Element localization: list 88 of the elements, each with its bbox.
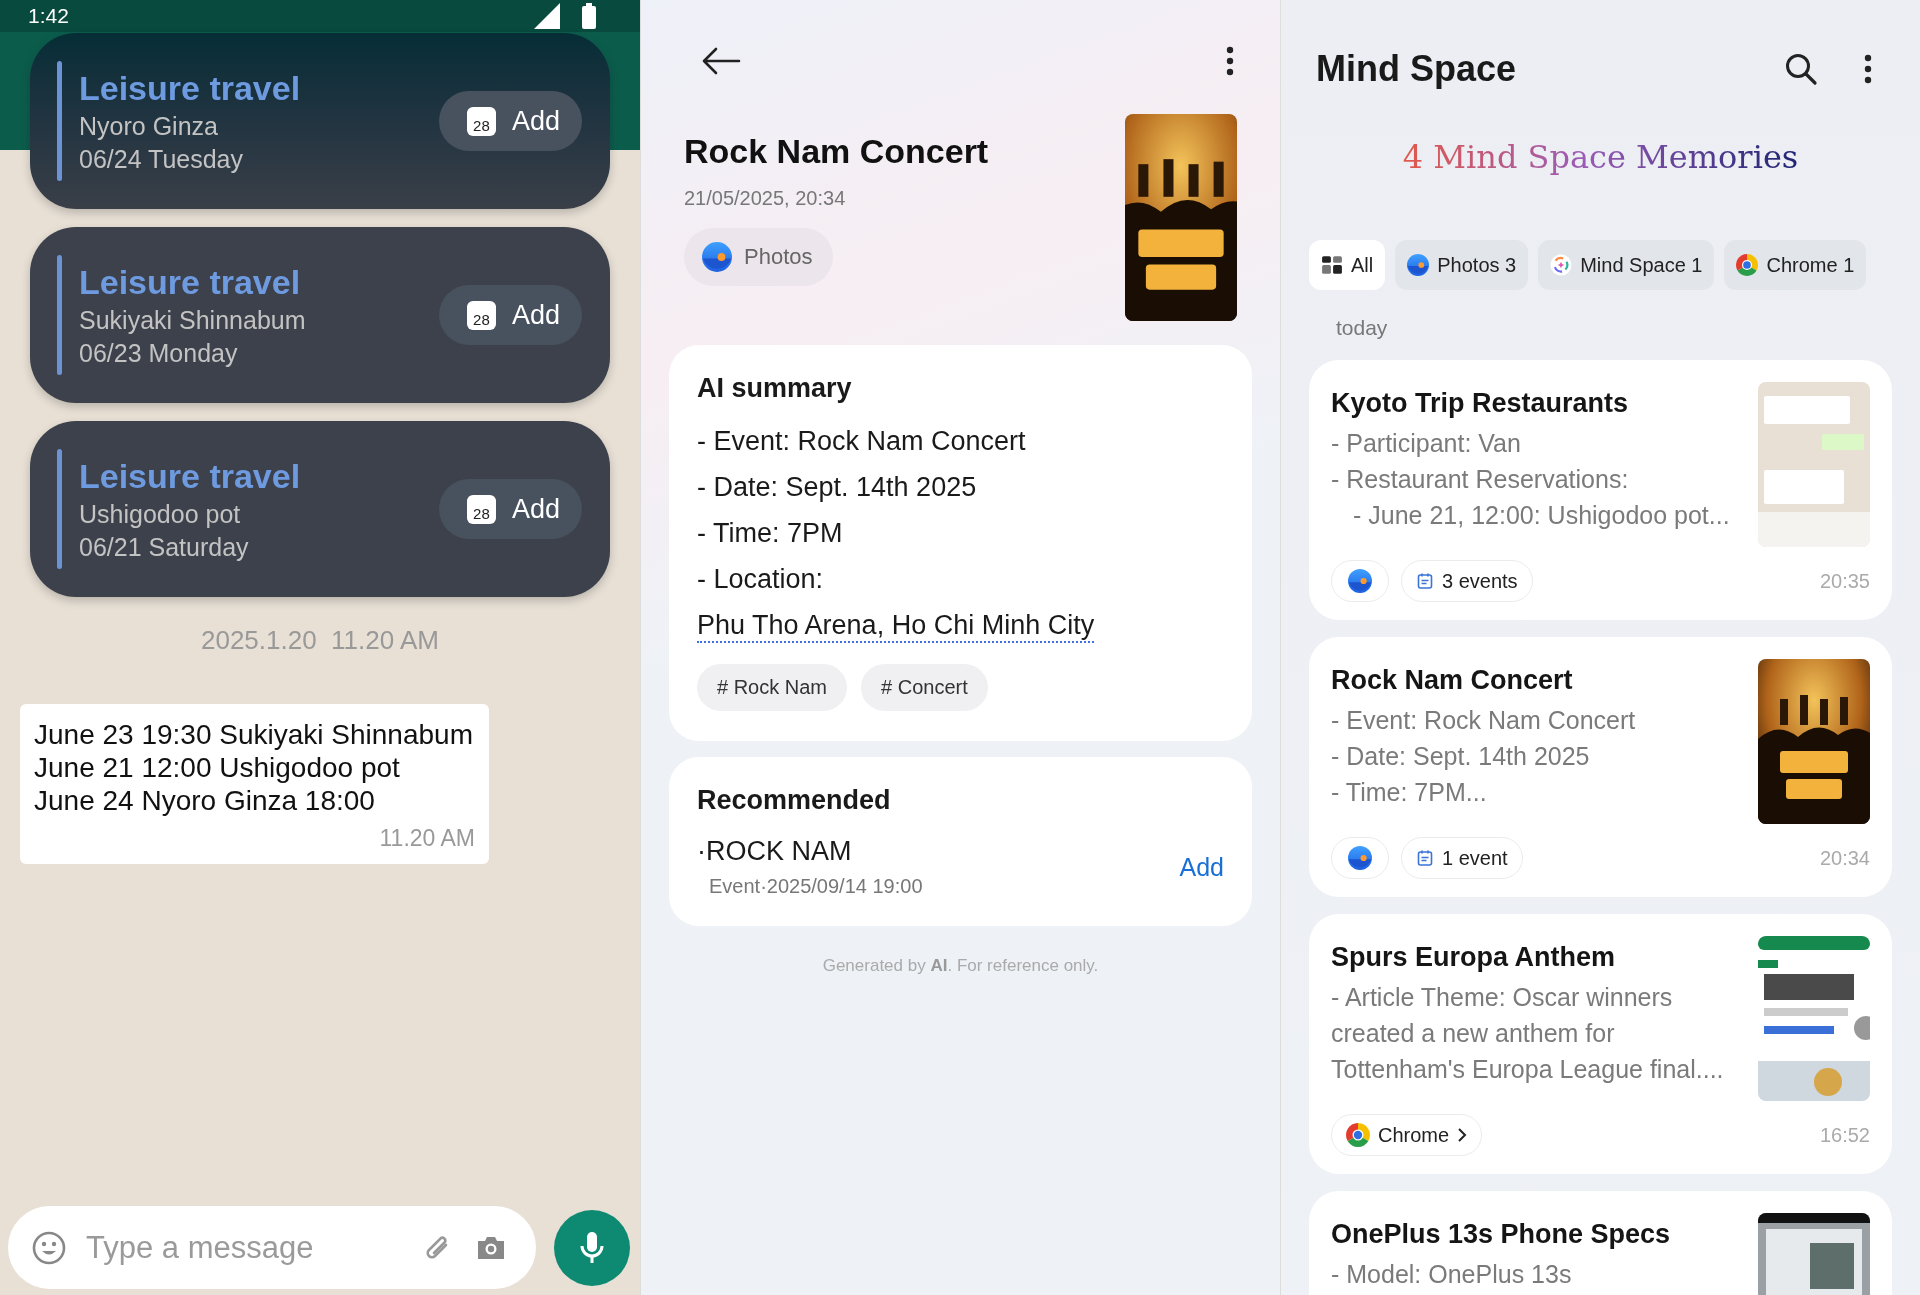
- calendar-icon: [1416, 849, 1434, 867]
- filter-chip[interactable]: Chrome 1: [1724, 240, 1867, 290]
- message-field[interactable]: Type a message: [8, 1206, 536, 1289]
- memory-time: 20:34: [1819, 846, 1870, 870]
- add-button[interactable]: Add: [1179, 852, 1224, 882]
- chrome-icon: [1736, 254, 1759, 276]
- event-date: 06/23 Monday: [79, 338, 239, 368]
- disclaimer: Generated by AI. For reference only.: [821, 956, 1100, 976]
- more-options-icon[interactable]: [1864, 54, 1872, 84]
- calendar-icon: [1416, 572, 1434, 590]
- chevron-right-icon: [1457, 1127, 1468, 1143]
- summary-line: - Event: Rock Nam Concert: [697, 425, 1027, 458]
- source-label: Photos: [744, 244, 813, 270]
- memory-line: - Restaurant Reservations:: [1331, 464, 1630, 495]
- mind-space-icon: [1550, 254, 1573, 276]
- more-options-icon[interactable]: [1226, 46, 1234, 76]
- photos-app-icon: [1348, 846, 1372, 870]
- memory-line: - Article Theme: Oscar winners created a new anthem for Tottenham's Europa League final....: [1331, 982, 1725, 1085]
- section-heading: Recommended: [697, 785, 892, 816]
- event-place: Ushigodoo pot: [79, 499, 242, 529]
- summary-line: - Location: Phu Tho Arena, Ho Chi Minh City: [697, 556, 1224, 648]
- status-time: 1:42: [28, 4, 69, 28]
- events-label: 3 events: [1442, 569, 1518, 593]
- add-button[interactable]: 28 Add: [438, 91, 582, 151]
- event-date: 06/21 Saturday: [79, 532, 250, 562]
- events-label: 1 event: [1442, 846, 1508, 870]
- memory-card[interactable]: Spurs Europa Anthem - Article Theme: Oscar winners created a new anthem for Tottenham's Europa League final.... Chrome 16:52: [1309, 914, 1892, 1174]
- memory-card[interactable]: Rock Nam Concert - Event: Rock Nam Concert - Date: Sept. 14th 2025 - Time: 7PM... 1 event 20:34: [1309, 637, 1892, 897]
- section-heading: AI summary: [697, 373, 853, 404]
- memory-title: Spurs Europa Anthem: [1331, 942, 1617, 973]
- memory-title: Kyoto Trip Restaurants: [1331, 388, 1630, 419]
- location-link[interactable]: Phu Tho Arena, Ho Chi Minh City: [697, 609, 1095, 643]
- filter-label: All: [1351, 253, 1374, 277]
- memory-title: OnePlus 13s Phone Specs: [1331, 1219, 1672, 1250]
- summary-line: - Date: Sept. 14th 2025: [697, 471, 978, 504]
- recommendation-details: Event·2025/09/14 19:00: [709, 875, 923, 898]
- filter-chip[interactable]: Mind Space 1: [1538, 240, 1715, 290]
- add-button[interactable]: 28 Add: [438, 285, 582, 345]
- photos-app-icon: [1407, 254, 1430, 276]
- date-separator: 2025.1.20 11.20 AM: [199, 625, 440, 656]
- memory-line: - Participant: Van: [1331, 428, 1522, 459]
- memory-line: - Date: Sept. 14th 2025: [1331, 741, 1591, 772]
- event-title: Leisure travel: [79, 68, 302, 108]
- memory-line: - June 21, 12:00: Ushigodoo pot...: [1353, 500, 1731, 531]
- memory-line: - Event: Rock Nam Concert: [1331, 705, 1637, 736]
- memory-line: - Time: 7PM...: [1331, 777, 1488, 808]
- tag-chip[interactable]: # Concert: [861, 664, 988, 711]
- battery-icon: [582, 3, 596, 29]
- calendar-icon: 28: [466, 494, 496, 524]
- filter-chip[interactable]: Photos 3: [1395, 240, 1529, 290]
- message-time: 11.20 AM: [378, 825, 475, 852]
- memory-card[interactable]: Kyoto Trip Restaurants - Participant: Van - Restaurant Reservations: - June 21, 12:00: Ushigodoo pot... 3 events 20:35: [1309, 360, 1892, 620]
- photos-app-icon: [1348, 569, 1372, 593]
- memory-line: - Model: OnePlus 13s: [1331, 1259, 1573, 1290]
- event-title: Leisure travel: [79, 456, 302, 496]
- signal-icon: [534, 3, 560, 29]
- memory-time: 20:35: [1819, 569, 1870, 593]
- tag-chip[interactable]: # Rock Nam: [697, 664, 848, 711]
- memory-card[interactable]: OnePlus 13s Phone Specs - Model: OnePlus 13s: [1309, 1191, 1892, 1295]
- add-button[interactable]: 28 Add: [438, 479, 582, 539]
- grid-icon: [1321, 254, 1343, 276]
- calendar-icon: 28: [466, 106, 496, 136]
- photos-app-icon: [702, 242, 732, 272]
- emoji-icon[interactable]: [32, 1230, 66, 1265]
- event-date: 06/24 Tuesday: [79, 144, 244, 174]
- summary-line: - Time: 7PM: [697, 517, 844, 550]
- event-place: Sukiyaki Shinnabum: [79, 305, 307, 335]
- filter-label: Chrome 1: [1766, 253, 1855, 277]
- calendar-icon: 28: [466, 300, 496, 330]
- filter-label: Mind Space 1: [1580, 253, 1703, 277]
- chrome-icon: [1346, 1123, 1370, 1147]
- filter-chip[interactable]: All: [1309, 240, 1386, 290]
- event-place: Nyoro Ginza: [79, 111, 219, 141]
- memory-title: Rock Nam Concert: [1331, 665, 1574, 696]
- source-label: Chrome: [1378, 1123, 1450, 1147]
- page-title: Rock Nam Concert: [684, 132, 989, 171]
- back-arrow-icon[interactable]: [701, 47, 741, 75]
- source-chip[interactable]: Photos: [684, 228, 833, 286]
- event-title: Leisure travel: [79, 262, 302, 302]
- search-icon[interactable]: [1784, 52, 1818, 86]
- recommendation-title: ·ROCK NAM: [697, 836, 853, 867]
- section-label: today: [1336, 316, 1389, 340]
- message-text: June 23 19:30 Sukiyaki Shinnabum June 21 12:00 Ushigodoo pot June 24 Nyoro Ginza 18:00: [34, 718, 474, 817]
- message-input[interactable]: Type a message: [84, 1228, 404, 1267]
- memory-time: 16:52: [1819, 1123, 1870, 1147]
- app-title: Mind Space: [1316, 48, 1517, 90]
- timestamp: 21/05/2025, 20:34: [684, 187, 847, 210]
- filter-label: Photos 3: [1437, 253, 1517, 277]
